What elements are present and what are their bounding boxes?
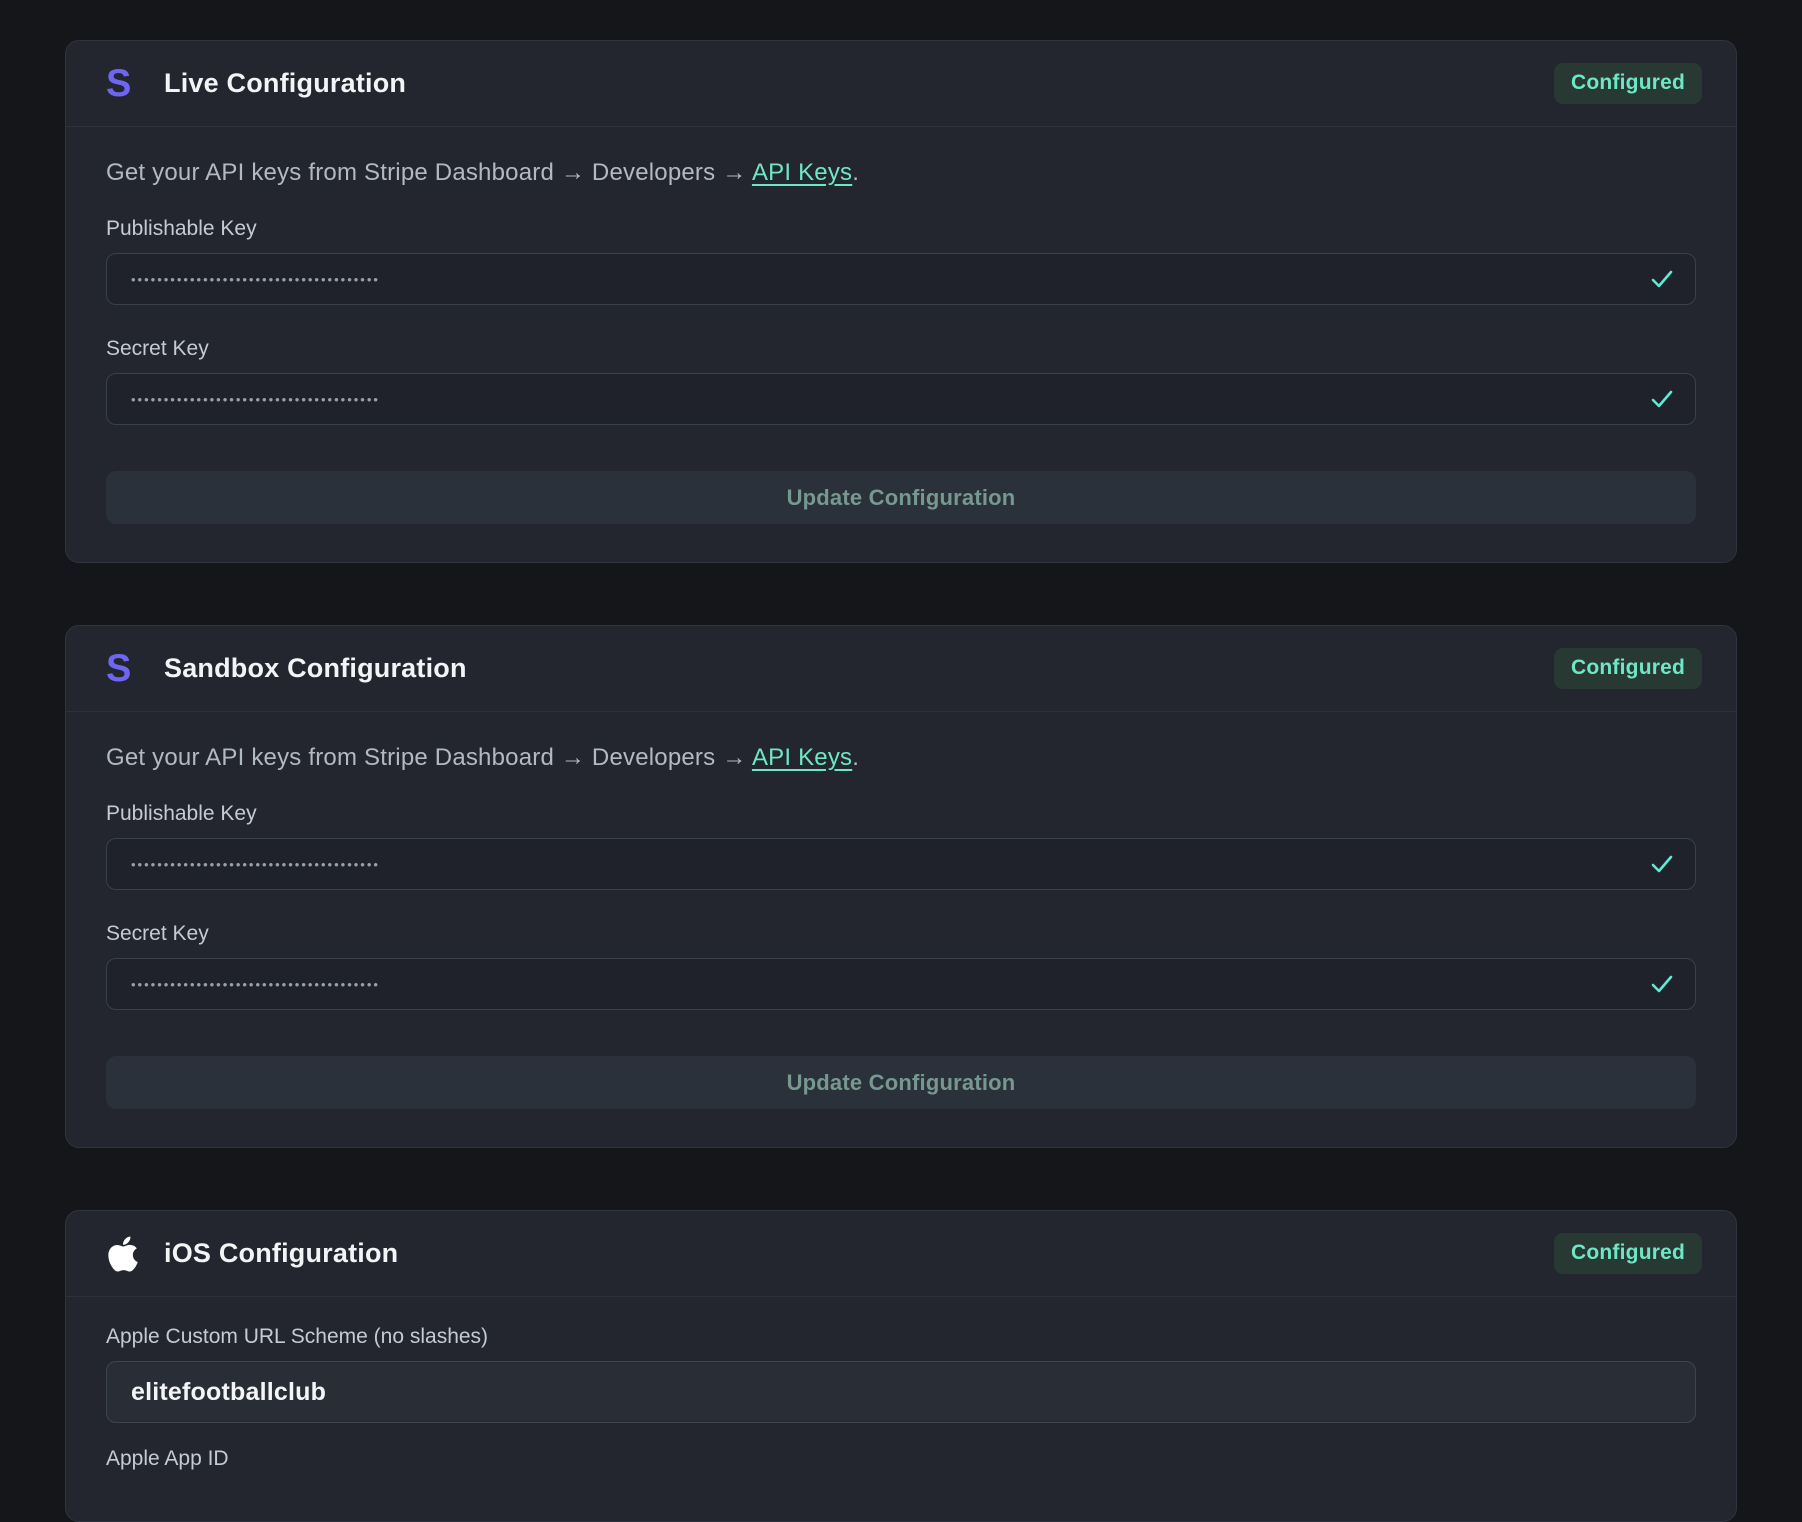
field-label: Publishable Key	[106, 217, 1696, 241]
card-title: Sandbox Configuration	[164, 653, 467, 684]
masked-value: ••••••••••••••••••••••••••••••••••••••	[131, 392, 380, 407]
check-icon	[1649, 971, 1675, 997]
secret-key-input[interactable]: ••••••••••••••••••••••••••••••••••••••	[106, 958, 1696, 1010]
card-title: Live Configuration	[164, 68, 406, 99]
publishable-key-field: Publishable Key ••••••••••••••••••••••••…	[106, 802, 1696, 890]
stripe-icon: S	[106, 650, 148, 688]
card-title: iOS Configuration	[164, 1238, 398, 1269]
masked-value: ••••••••••••••••••••••••••••••••••••••	[131, 857, 380, 872]
secret-key-field: Secret Key •••••••••••••••••••••••••••••…	[106, 337, 1696, 425]
publishable-key-input[interactable]: ••••••••••••••••••••••••••••••••••••••	[106, 838, 1696, 890]
status-badge: Configured	[1554, 1233, 1702, 1274]
api-keys-link[interactable]: API Keys	[752, 744, 852, 771]
field-label: Secret Key	[106, 337, 1696, 361]
masked-value: ••••••••••••••••••••••••••••••••••••••	[131, 272, 380, 287]
secret-key-field: Secret Key •••••••••••••••••••••••••••••…	[106, 922, 1696, 1010]
settings-page: S Live Configuration Configured Get your…	[0, 0, 1802, 1522]
ios-configuration-body: Apple Custom URL Scheme (no slashes) eli…	[66, 1297, 1736, 1521]
publishable-key-input[interactable]: ••••••••••••••••••••••••••••••••••••••	[106, 253, 1696, 305]
sandbox-configuration-card: S Sandbox Configuration Configured Get y…	[65, 625, 1737, 1148]
apple-url-scheme-input[interactable]: elitefootballclub	[106, 1361, 1696, 1423]
apple-icon	[106, 1234, 148, 1274]
secret-key-input[interactable]: ••••••••••••••••••••••••••••••••••••••	[106, 373, 1696, 425]
description: Get your API keys from Stripe Dashboard …	[106, 744, 1696, 772]
live-configuration-body: Get your API keys from Stripe Dashboard …	[66, 127, 1736, 562]
check-icon	[1649, 851, 1675, 877]
input-value: elitefootballclub	[131, 1378, 326, 1407]
sandbox-configuration-body: Get your API keys from Stripe Dashboard …	[66, 712, 1736, 1147]
ios-configuration-card: iOS Configuration Configured Apple Custo…	[65, 1210, 1737, 1522]
field-label: Publishable Key	[106, 802, 1696, 826]
description: Get your API keys from Stripe Dashboard …	[106, 159, 1696, 187]
update-configuration-button[interactable]: Update Configuration	[106, 1056, 1696, 1109]
field-label: Secret Key	[106, 922, 1696, 946]
ios-configuration-header: iOS Configuration Configured	[66, 1211, 1736, 1297]
live-configuration-header: S Live Configuration Configured	[66, 41, 1736, 127]
apple-url-scheme-field: Apple Custom URL Scheme (no slashes) eli…	[106, 1325, 1696, 1423]
update-configuration-button[interactable]: Update Configuration	[106, 471, 1696, 524]
status-badge: Configured	[1554, 63, 1702, 104]
live-configuration-card: S Live Configuration Configured Get your…	[65, 40, 1737, 563]
check-icon	[1649, 266, 1675, 292]
publishable-key-field: Publishable Key ••••••••••••••••••••••••…	[106, 217, 1696, 305]
status-badge: Configured	[1554, 648, 1702, 689]
api-keys-link[interactable]: API Keys	[752, 159, 852, 186]
apple-app-id-label: Apple App ID	[106, 1447, 1696, 1471]
sandbox-configuration-header: S Sandbox Configuration Configured	[66, 626, 1736, 712]
stripe-icon: S	[106, 65, 148, 103]
masked-value: ••••••••••••••••••••••••••••••••••••••	[131, 977, 380, 992]
field-label: Apple Custom URL Scheme (no slashes)	[106, 1325, 1696, 1349]
check-icon	[1649, 386, 1675, 412]
